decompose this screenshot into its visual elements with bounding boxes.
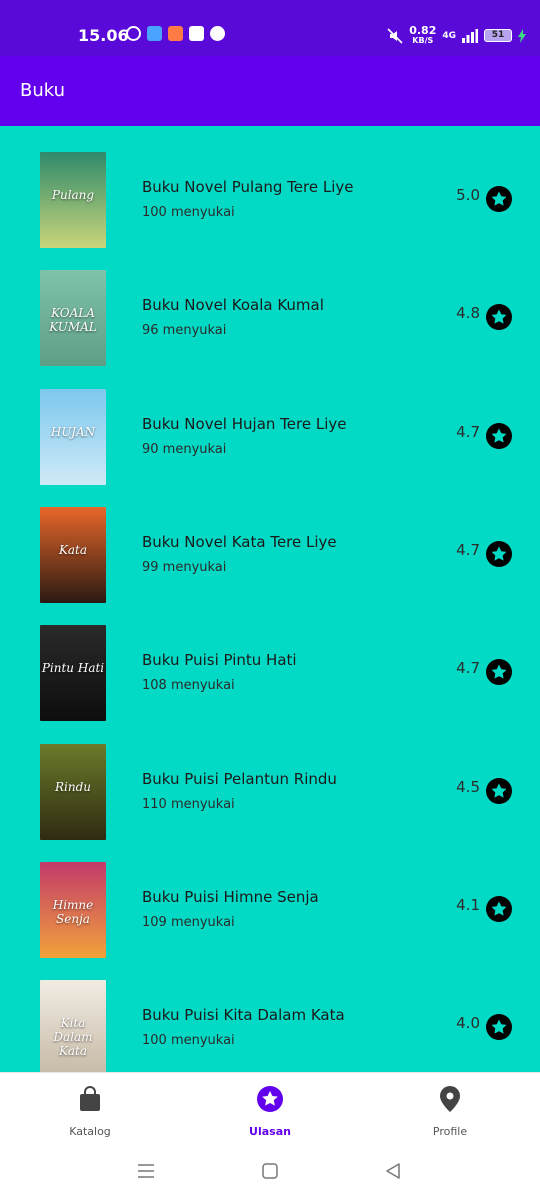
book-title: Buku Puisi Kita Dalam Kata: [142, 1006, 345, 1025]
book-likes: 99 menyukai: [142, 559, 227, 575]
book-cover-text: Rindu: [54, 779, 91, 794]
list-item[interactable]: Pulang Buku Novel Pulang Tere Liye 100 men…: [0, 126, 540, 248]
list-item[interactable]: Himne Senja Buku Puisi Himne Senja 109 men…: [0, 836, 540, 958]
nav-item-katalog[interactable]: Katalog: [30, 1085, 150, 1138]
home-icon[interactable]: [261, 1162, 279, 1180]
network-speed: 0.82 KB/S: [409, 25, 436, 45]
book-cover-text: HUJAN: [50, 424, 96, 439]
book-rating: 4.1: [456, 895, 480, 914]
network-speed-unit: KB/S: [412, 36, 434, 45]
star-icon[interactable]: [486, 895, 512, 922]
list-item[interactable]: Kata Buku Novel Kata Tere Liye 99 menyukai…: [0, 481, 540, 603]
recent-apps-icon[interactable]: [137, 1162, 155, 1180]
book-cover-text: KOALA KUMAL: [49, 306, 97, 335]
book-cover: KOALA KUMAL: [40, 270, 106, 367]
mute-icon: [387, 27, 403, 44]
notification-app-icon: [168, 26, 183, 41]
book-title: Buku Novel Hujan Tere Liye: [142, 414, 347, 433]
book-cover: Himne Senja: [40, 861, 106, 958]
star-icon[interactable]: [486, 777, 512, 804]
book-rating: 4.7: [456, 659, 480, 678]
book-likes: 100 menyukai: [142, 1033, 235, 1049]
book-cover: Rindu: [40, 743, 106, 840]
nav-item-profile[interactable]: Profile: [390, 1085, 510, 1138]
page-title: Buku: [20, 80, 66, 101]
book-rating: 4.7: [456, 422, 480, 441]
battery-indicator: 51: [484, 29, 512, 42]
star-icon[interactable]: [486, 304, 512, 331]
book-likes: 100 menyukai: [142, 205, 235, 220]
nav-label-ulasan: Ulasan: [249, 1125, 291, 1138]
book-rating: 5.0: [456, 186, 480, 204]
notification-icons: [126, 26, 225, 41]
list-item[interactable]: Kita Dalam Kata Buku Puisi Kita Dalam Kat…: [0, 954, 540, 1072]
notification-app-icon: [189, 26, 204, 41]
book-rating: 4.7: [456, 540, 480, 559]
list-item[interactable]: Pintu Hati Buku Puisi Pintu Hati 108 menyu…: [0, 599, 540, 722]
book-cover-text: Kata: [58, 542, 88, 557]
star-icon[interactable]: [486, 659, 512, 686]
book-title: Buku Puisi Pintu Hati: [142, 651, 297, 670]
twitter-icon: [210, 26, 225, 41]
back-icon[interactable]: [384, 1162, 402, 1180]
network-type: 4G: [442, 30, 456, 41]
book-cover-text: Pintu Hati: [41, 661, 105, 676]
book-title: Buku Novel Pulang Tere Liye: [142, 178, 354, 196]
list-item[interactable]: KOALA KUMAL Buku Novel Koala Kumal 96 meny…: [0, 244, 540, 367]
system-navigation-bar: [0, 1144, 540, 1200]
book-likes: 109 menyukai: [142, 914, 235, 930]
book-likes: 110 menyukai: [142, 796, 235, 812]
book-cover-text: Himne Senja: [52, 897, 94, 926]
nav-label-katalog: Katalog: [69, 1125, 111, 1138]
book-cover: HUJAN: [40, 388, 106, 485]
book-title: Buku Novel Kata Tere Liye: [142, 532, 337, 551]
status-bar: 15.06 0.82 KB/S 4G 51: [0, 0, 540, 56]
notification-app-icon: [147, 26, 162, 41]
book-cover: Pintu Hati: [40, 625, 106, 722]
star-icon[interactable]: [486, 540, 512, 567]
book-list[interactable]: Pulang Buku Novel Pulang Tere Liye 100 men…: [0, 126, 540, 1072]
star-icon[interactable]: [486, 422, 512, 449]
nav-item-ulasan[interactable]: Ulasan: [210, 1085, 330, 1138]
book-rating: 4.0: [456, 1014, 480, 1033]
shopping-bag-icon: [80, 1086, 100, 1111]
status-right: 0.82 KB/S 4G 51: [387, 25, 526, 45]
charging-icon: [518, 28, 526, 43]
signal-icon: [462, 28, 478, 43]
book-cover: Pulang: [40, 152, 106, 248]
nav-label-profile: Profile: [432, 1125, 468, 1138]
star-icon[interactable]: [486, 186, 512, 212]
book-cover-text: Kita Dalam Kata: [53, 1016, 93, 1059]
star-icon[interactable]: [486, 1014, 512, 1041]
list-item[interactable]: HUJAN Buku Novel Hujan Tere Liye 90 menyuk…: [0, 363, 540, 485]
book-title: Buku Puisi Pelantun Rindu: [142, 769, 337, 788]
list-item[interactable]: Rindu Buku Puisi Pelantun Rindu 110 menyuk…: [0, 718, 540, 840]
book-rating: 4.5: [456, 777, 480, 796]
book-likes: 90 menyukai: [142, 441, 227, 457]
notification-app-icon: [126, 26, 141, 41]
book-title: Buku Puisi Himne Senja: [142, 887, 319, 906]
book-cover: Kita Dalam Kata: [40, 980, 106, 1072]
book-likes: 108 menyukai: [142, 678, 235, 694]
book-cover-text: Pulang: [51, 188, 95, 202]
star-icon: [257, 1086, 283, 1112]
book-title: Buku Novel Koala Kumal: [142, 296, 324, 315]
book-cover: Kata: [40, 506, 106, 603]
location-pin-icon: [440, 1086, 460, 1112]
book-rating: 4.8: [456, 304, 480, 323]
book-likes: 96 menyukai: [142, 323, 227, 339]
bottom-nav: Katalog Ulasan Profile: [0, 1072, 540, 1144]
app-bar: Buku: [0, 56, 540, 126]
status-time: 15.06: [78, 26, 129, 45]
